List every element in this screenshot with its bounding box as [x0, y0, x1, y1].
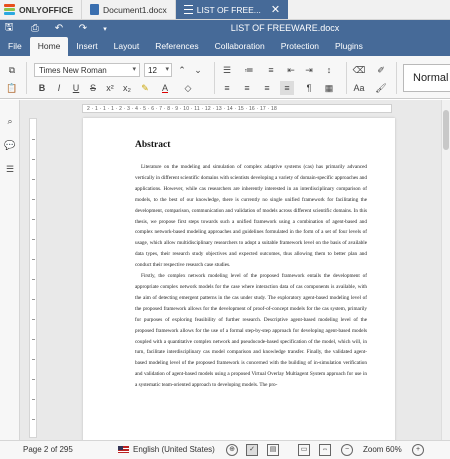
brand-name: ONLYOFFICE [19, 4, 73, 15]
heading-abstract: Abstract [135, 140, 171, 150]
increase-indent-icon[interactable]: ⇥ [302, 63, 316, 77]
tab-label: LIST OF FREE... [196, 4, 261, 15]
tab-plugins[interactable]: Plugins [327, 37, 371, 56]
globe-icon[interactable]: ⊕ [226, 444, 238, 456]
left-panel: ⌕ 💬 ☰ [0, 100, 20, 440]
redo-icon[interactable]: ↷ [74, 20, 92, 37]
spellcheck-icon[interactable]: ✓ [246, 444, 258, 456]
app-brand[interactable]: ONLYOFFICE [0, 0, 81, 19]
document-page[interactable]: Abstract Literature on the modeling and … [83, 118, 395, 440]
close-tab-icon[interactable]: ✕ [271, 3, 280, 16]
home-toolbar: ⧉ 📋 Times New Roman ▾ 12 ▾ ⌃ ⌄ B I U S x… [0, 56, 450, 99]
tab-label: Document1.docx [103, 4, 167, 15]
undo-icon[interactable]: ↶ [50, 20, 68, 37]
onlyoffice-logo-icon [4, 4, 15, 15]
document-lines-icon [183, 5, 193, 14]
paragraph-shading-icon[interactable]: ▦ [322, 81, 336, 95]
align-left-icon[interactable]: ≡ [220, 81, 234, 95]
nonprinting-characters-icon[interactable]: ¶ [302, 81, 316, 95]
horizontal-ruler[interactable]: 2 · 1 · 1 · 1 · 2 · 3 · 4 · 5 · 6 · 7 · … [82, 104, 392, 113]
numbering-icon[interactable]: ≔ [242, 63, 256, 77]
align-right-icon[interactable]: ≡ [260, 81, 274, 95]
italic-icon[interactable]: I [52, 81, 66, 95]
format-painter-icon[interactable]: 🖌 [374, 81, 388, 95]
tab-insert[interactable]: Insert [68, 37, 105, 56]
document-body[interactable]: Literature on the modeling and simulatio… [135, 162, 367, 391]
zoom-out-icon[interactable]: − [341, 444, 353, 456]
zoom-in-icon[interactable]: + [412, 444, 424, 456]
vertical-scrollbar[interactable] [441, 100, 450, 440]
quick-access-bar: 🖫 ⎙ ↶ ↷ ▾ LIST OF FREEWARE.docx [0, 20, 450, 37]
change-case-icon[interactable]: Aa [352, 81, 366, 95]
paste-icon[interactable]: 📋 [5, 81, 19, 95]
scrollbar-thumb[interactable] [443, 110, 449, 150]
print-icon[interactable]: ⎙ [26, 20, 44, 37]
language-label: English (United States) [133, 445, 215, 454]
shading-icon[interactable]: ◇ [181, 81, 195, 95]
zoom-level[interactable]: Zoom 60% [363, 445, 402, 454]
ruler-marks: 2 · 1 · 1 · 1 · 2 · 3 · 4 · 5 · 6 · 7 · … [87, 105, 277, 112]
title-bar: ONLYOFFICE Document1.docx LIST OF FREE..… [0, 0, 450, 20]
track-changes-icon[interactable]: ▤ [267, 444, 279, 456]
copy-icon[interactable]: ⧉ [5, 63, 19, 77]
multilevel-list-icon[interactable]: ≡ [264, 63, 278, 77]
document-canvas[interactable]: Abstract Literature on the modeling and … [20, 100, 450, 440]
fit-page-icon[interactable]: ▭ [298, 444, 310, 456]
tab-protection[interactable]: Protection [273, 37, 327, 56]
font-size-value: 12 [148, 66, 157, 75]
tab-home[interactable]: Home [29, 37, 69, 56]
superscript-icon[interactable]: x² [103, 81, 117, 95]
font-name-select[interactable]: Times New Roman ▾ [34, 63, 140, 77]
font-name-value: Times New Roman [39, 66, 107, 75]
us-flag-icon [118, 446, 129, 453]
line-spacing-icon[interactable]: ↕ [322, 63, 336, 77]
underline-icon[interactable]: U [69, 81, 83, 95]
vertical-ruler[interactable] [29, 118, 37, 438]
search-icon[interactable]: ⌕ [3, 114, 17, 128]
chevron-down-icon: ▾ [165, 66, 169, 73]
strikethrough-icon[interactable]: S [86, 81, 100, 95]
increase-font-icon[interactable]: ⌃ [175, 63, 189, 77]
tab-file[interactable]: File [0, 37, 30, 56]
comments-icon[interactable]: 💬 [3, 138, 17, 152]
language-selector[interactable]: English (United States) [118, 445, 215, 454]
paragraph: Firstly, the complex network modeling le… [135, 273, 367, 389]
copy-style-icon[interactable]: ✐ [374, 63, 388, 77]
page-indicator[interactable]: Page 2 of 295 [23, 445, 73, 454]
quick-access-dropdown-icon[interactable]: ▾ [96, 20, 114, 37]
subscript-icon[interactable]: x₂ [120, 81, 134, 95]
align-center-icon[interactable]: ≡ [240, 81, 254, 95]
tab-list-of-freeware[interactable]: LIST OF FREE... ✕ [174, 0, 289, 19]
tab-collaboration[interactable]: Collaboration [207, 37, 273, 56]
menu-bar: File Home Insert Layout References Colla… [0, 37, 450, 56]
tab-layout[interactable]: Layout [106, 37, 148, 56]
decrease-font-icon[interactable]: ⌄ [191, 63, 205, 77]
save-icon[interactable]: 🖫 [0, 20, 18, 37]
decrease-indent-icon[interactable]: ⇤ [284, 63, 298, 77]
tab-references[interactable]: References [147, 37, 206, 56]
bullets-icon[interactable]: ☰ [220, 63, 234, 77]
clear-style-icon[interactable]: ⌫ [352, 63, 366, 77]
highlight-icon[interactable]: ✎ [138, 81, 152, 95]
justify-icon[interactable]: ≡ [280, 81, 294, 95]
tab-document1[interactable]: Document1.docx [81, 0, 175, 19]
document-icon [90, 4, 99, 15]
font-color-icon[interactable]: A [158, 81, 172, 95]
fit-width-icon[interactable]: ⇔ [319, 444, 331, 456]
bold-icon[interactable]: B [35, 81, 49, 95]
paragraph: Literature on the modeling and simulatio… [135, 164, 367, 269]
chevron-down-icon: ▾ [132, 66, 136, 73]
status-bar: Page 2 of 295 English (United States) ⊕ … [0, 440, 450, 459]
paragraph-style-normal[interactable]: Normal [403, 64, 450, 92]
font-size-select[interactable]: 12 ▾ [144, 63, 172, 77]
navigation-icon[interactable]: ☰ [3, 162, 17, 176]
